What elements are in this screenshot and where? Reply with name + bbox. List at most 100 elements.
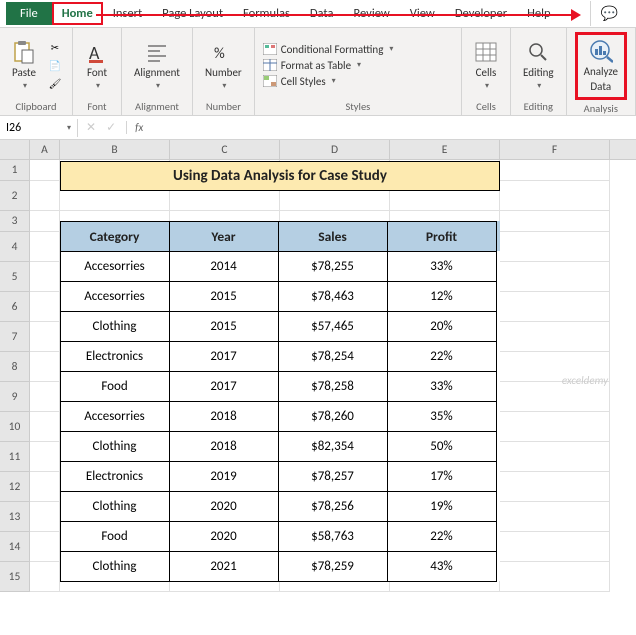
- number-button[interactable]: % Number ▾: [201, 38, 246, 93]
- paste-button[interactable]: Paste ▾: [8, 38, 40, 93]
- row-header[interactable]: 5: [0, 262, 30, 292]
- col-header-f[interactable]: F: [500, 140, 610, 159]
- cell[interactable]: [500, 472, 610, 502]
- name-box[interactable]: I26 ▾: [0, 119, 78, 137]
- cell[interactable]: [30, 292, 60, 322]
- row-header[interactable]: 13: [0, 502, 30, 532]
- table-cell[interactable]: 33%: [387, 371, 497, 402]
- cut-button[interactable]: ✂: [46, 39, 64, 55]
- table-header-cell[interactable]: Year: [169, 221, 279, 252]
- col-header-c[interactable]: C: [170, 140, 280, 159]
- table-cell[interactable]: $78,255: [278, 251, 388, 282]
- table-cell[interactable]: $78,256: [278, 491, 388, 522]
- select-all-corner[interactable]: [0, 140, 30, 159]
- table-cell[interactable]: 22%: [387, 521, 497, 552]
- table-cell[interactable]: Food: [60, 371, 170, 402]
- table-cell[interactable]: Accesorries: [60, 401, 170, 432]
- table-cell[interactable]: Clothing: [60, 491, 170, 522]
- font-button[interactable]: A Font ▾: [81, 38, 113, 93]
- table-cell[interactable]: 2015: [169, 281, 279, 312]
- cell[interactable]: [500, 181, 610, 211]
- row-header[interactable]: 3: [0, 211, 30, 232]
- cell[interactable]: [30, 262, 60, 292]
- alignment-button[interactable]: Alignment ▾: [130, 38, 184, 93]
- format-as-table-button[interactable]: Format as Table▾: [263, 59, 394, 72]
- share-icon[interactable]: 💬: [590, 1, 628, 26]
- cell[interactable]: [30, 412, 60, 442]
- row-header[interactable]: 15: [0, 562, 30, 592]
- table-cell[interactable]: Electronics: [60, 461, 170, 492]
- table-cell[interactable]: $78,258: [278, 371, 388, 402]
- cell[interactable]: [30, 532, 60, 562]
- cell[interactable]: [500, 262, 610, 292]
- table-cell[interactable]: Electronics: [60, 341, 170, 372]
- conditional-formatting-button[interactable]: Conditional Formatting▾: [263, 43, 394, 56]
- cell[interactable]: [30, 382, 60, 412]
- cell[interactable]: [500, 532, 610, 562]
- col-header-b[interactable]: B: [60, 140, 170, 159]
- cell[interactable]: [500, 502, 610, 532]
- table-cell[interactable]: Accesorries: [60, 251, 170, 282]
- table-cell[interactable]: Clothing: [60, 551, 170, 582]
- col-header-e[interactable]: E: [390, 140, 500, 159]
- table-cell[interactable]: 2019: [169, 461, 279, 492]
- table-cell[interactable]: 2020: [169, 521, 279, 552]
- enter-formula-icon[interactable]: ✓: [106, 120, 116, 135]
- row-header[interactable]: 10: [0, 412, 30, 442]
- table-cell[interactable]: 2015: [169, 311, 279, 342]
- table-cell[interactable]: $78,259: [278, 551, 388, 582]
- table-cell[interactable]: Clothing: [60, 431, 170, 462]
- cells-button[interactable]: Cells ▾: [470, 38, 502, 93]
- row-header[interactable]: 7: [0, 322, 30, 352]
- cell[interactable]: [30, 502, 60, 532]
- table-cell[interactable]: $58,763: [278, 521, 388, 552]
- cell[interactable]: [30, 232, 60, 262]
- col-header-d[interactable]: D: [280, 140, 390, 159]
- table-cell[interactable]: $78,463: [278, 281, 388, 312]
- cell-styles-button[interactable]: Cell Styles▾: [263, 75, 394, 88]
- table-cell[interactable]: 43%: [387, 551, 497, 582]
- cell[interactable]: [30, 472, 60, 502]
- row-header[interactable]: 8: [0, 352, 30, 382]
- table-cell[interactable]: 2014: [169, 251, 279, 282]
- cell[interactable]: [500, 442, 610, 472]
- cell[interactable]: [500, 211, 610, 232]
- cell[interactable]: [500, 160, 610, 181]
- col-header-a[interactable]: A: [30, 140, 60, 159]
- row-header[interactable]: 12: [0, 472, 30, 502]
- cell[interactable]: [500, 322, 610, 352]
- table-header-cell[interactable]: Sales: [278, 221, 388, 252]
- row-header[interactable]: 2: [0, 181, 30, 211]
- row-header[interactable]: 6: [0, 292, 30, 322]
- table-cell[interactable]: 50%: [387, 431, 497, 462]
- fx-button[interactable]: fx: [126, 121, 143, 134]
- cell[interactable]: [500, 412, 610, 442]
- table-cell[interactable]: $57,465: [278, 311, 388, 342]
- table-header-cell[interactable]: Category: [60, 221, 170, 252]
- copy-button[interactable]: 📄: [46, 57, 64, 73]
- cell[interactable]: [30, 562, 60, 592]
- cancel-formula-icon[interactable]: ✕: [86, 120, 96, 135]
- table-cell[interactable]: 12%: [387, 281, 497, 312]
- table-cell[interactable]: Accesorries: [60, 281, 170, 312]
- table-cell[interactable]: 2017: [169, 371, 279, 402]
- cell[interactable]: [30, 352, 60, 382]
- editing-button[interactable]: Editing ▾: [519, 38, 558, 93]
- format-painter-button[interactable]: 🖌: [46, 75, 64, 91]
- table-cell[interactable]: 20%: [387, 311, 497, 342]
- cell[interactable]: [500, 562, 610, 592]
- table-cell[interactable]: $82,354: [278, 431, 388, 462]
- table-cell[interactable]: 2021: [169, 551, 279, 582]
- row-header[interactable]: 4: [0, 232, 30, 262]
- analyze-data-button[interactable]: Analyze Data: [580, 37, 622, 95]
- row-header[interactable]: 14: [0, 532, 30, 562]
- table-cell[interactable]: 2018: [169, 431, 279, 462]
- cell[interactable]: [30, 322, 60, 352]
- row-header[interactable]: 11: [0, 442, 30, 472]
- row-header[interactable]: 1: [0, 160, 30, 181]
- table-cell[interactable]: 2017: [169, 341, 279, 372]
- table-cell[interactable]: 2020: [169, 491, 279, 522]
- cell[interactable]: [500, 292, 610, 322]
- cell[interactable]: [30, 442, 60, 472]
- table-cell[interactable]: 22%: [387, 341, 497, 372]
